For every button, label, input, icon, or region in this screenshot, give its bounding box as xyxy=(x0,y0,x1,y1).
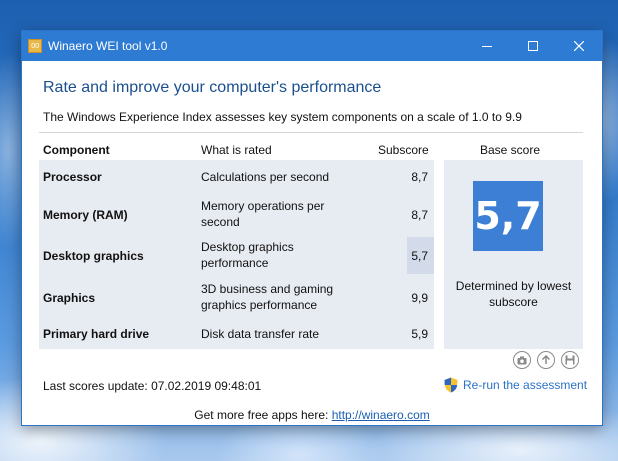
save-icon xyxy=(565,355,575,365)
row-component: Desktop graphics xyxy=(43,249,144,263)
table-row: Desktop graphics Desktop graphics perfor… xyxy=(39,235,434,276)
uac-shield-icon xyxy=(444,377,458,393)
table-row: Processor Calculations per second 8,7 xyxy=(39,160,434,193)
table-row: Memory (RAM) Memory operations per secon… xyxy=(39,193,434,235)
row-what-is-rated: Calculations per second xyxy=(201,170,330,184)
row-what-is-rated: Disk data transfer rate xyxy=(201,327,320,341)
row-what-is-rated: Memory operations per second xyxy=(201,199,325,229)
row-subscore: 9,9 xyxy=(411,291,428,305)
score-table: Component What is rated Subscore Base sc… xyxy=(39,135,583,349)
close-icon xyxy=(574,41,584,51)
header-subscore: Subscore xyxy=(378,143,429,157)
page-description: The Windows Experience Index assesses ke… xyxy=(43,110,522,124)
row-subscore: 8,7 xyxy=(411,208,428,222)
page-title: Rate and improve your computer's perform… xyxy=(43,79,382,96)
row-component: Primary hard drive xyxy=(43,327,150,341)
maximize-icon xyxy=(528,41,538,51)
footer: Get more free apps here: http://winaero.… xyxy=(22,408,602,422)
minimize-icon xyxy=(482,46,492,47)
winaero-link[interactable]: http://winaero.com xyxy=(332,408,430,422)
row-component: Processor xyxy=(43,170,102,184)
row-component: Memory (RAM) xyxy=(43,208,128,222)
table-row: Primary hard drive Disk data transfer ra… xyxy=(39,319,434,349)
minimize-button[interactable] xyxy=(464,31,510,61)
header-base-score: Base score xyxy=(480,143,541,157)
header-component: Component xyxy=(43,143,110,157)
row-subscore: 8,7 xyxy=(411,170,428,184)
close-button[interactable] xyxy=(556,31,602,61)
camera-icon xyxy=(517,356,527,364)
last-update-status: Last scores update: 07.02.2019 09:48:01 xyxy=(43,379,262,393)
rerun-assessment-link[interactable]: Re-run the assessment xyxy=(443,377,587,393)
base-score-caption: Determined by lowest subscore xyxy=(455,279,572,309)
row-component: Graphics xyxy=(43,291,96,305)
row-what-is-rated: 3D business and gaming graphics performa… xyxy=(201,282,334,312)
row-subscore: 5,7 xyxy=(411,249,428,263)
screenshot-button[interactable] xyxy=(513,351,531,369)
base-score-tile: 5,7 xyxy=(473,181,543,251)
divider xyxy=(39,132,583,133)
app-window: 00 Winaero WEI tool v1.0 Rate and improv… xyxy=(21,30,603,426)
table-row: Graphics 3D business and gaming graphics… xyxy=(39,276,434,319)
footer-text: Get more free apps here: xyxy=(194,408,329,422)
upload-icon xyxy=(541,355,551,364)
app-icon: 00 xyxy=(28,39,42,53)
window-title: Winaero WEI tool v1.0 xyxy=(48,39,168,53)
rerun-assessment-label: Re-run the assessment xyxy=(463,378,588,392)
maximize-button[interactable] xyxy=(510,31,556,61)
save-button[interactable] xyxy=(561,351,579,369)
row-subscore: 5,9 xyxy=(411,327,428,341)
title-bar[interactable]: 00 Winaero WEI tool v1.0 xyxy=(22,31,602,61)
share-button[interactable] xyxy=(537,351,555,369)
header-what-is-rated: What is rated xyxy=(201,143,272,157)
row-what-is-rated: Desktop graphics performance xyxy=(201,240,294,270)
